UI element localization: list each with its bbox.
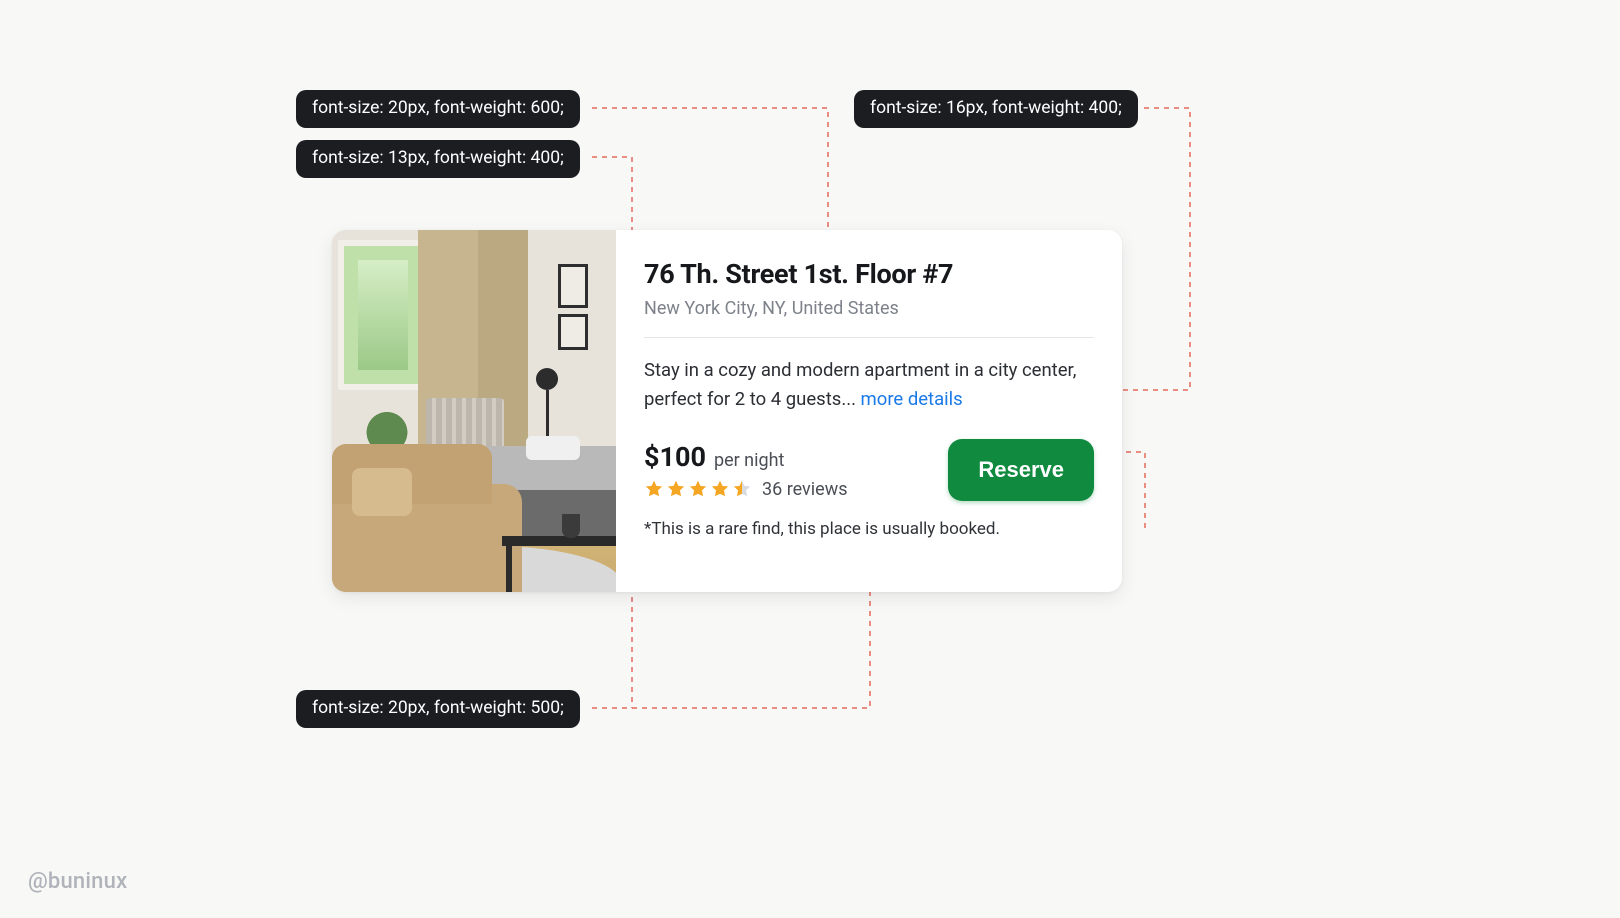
reviews-count: 36 reviews [762,479,848,500]
rating-stars [644,479,752,499]
star-icon [688,479,708,499]
star-icon [710,479,730,499]
listing-price: $100 [644,441,706,473]
listing-card: 76 Th. Street 1st. Floor #7 New York Cit… [332,230,1122,592]
divider [644,337,1094,338]
star-half-icon [732,479,752,499]
star-icon [644,479,664,499]
listing-photo [332,230,616,592]
listing-description: Stay in a cozy and modern apartment in a… [644,356,1094,413]
annotation-title-spec: font-size: 20px, font-weight: 600; [296,90,580,128]
annotation-price-spec: font-size: 20px, font-weight: 500; [296,690,580,728]
listing-location: New York City, NY, United States [644,298,1094,319]
price-row: $100 per night 36 reviews Reserve [644,439,1094,501]
listing-footnote: *This is a rare find, this place is usua… [644,519,1094,539]
reserve-button[interactable]: Reserve [948,439,1094,501]
star-icon [666,479,686,499]
watermark: @buninux [28,869,127,894]
annotation-subtext-spec: font-size: 13px, font-weight: 400; [296,140,580,178]
listing-price-suffix: per night [714,450,784,471]
listing-title: 76 Th. Street 1st. Floor #7 [644,258,1094,290]
listing-content: 76 Th. Street 1st. Floor #7 New York Cit… [616,230,1122,592]
annotation-body-spec: font-size: 16px, font-weight: 400; [854,90,1138,128]
more-details-link[interactable]: more details [861,388,963,410]
